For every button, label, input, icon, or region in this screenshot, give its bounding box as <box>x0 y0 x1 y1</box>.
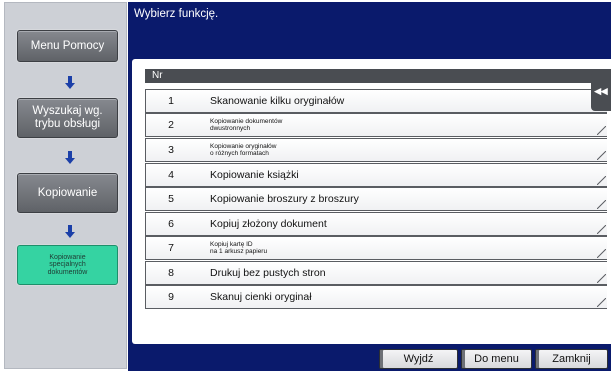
to-menu-button[interactable]: Do menu <box>461 349 532 369</box>
function-row[interactable]: 1 Skanowanie kilku oryginałów <box>145 89 607 113</box>
page-title: Wybierz funkcję. <box>134 8 219 20</box>
row-label: Drukuj bez pustych stron <box>210 267 326 279</box>
row-number: 8 <box>168 267 174 279</box>
row-label: Kopiowanie książki <box>210 169 299 181</box>
row-label: Kopiowanie dokumentów dwustronnych <box>210 118 283 132</box>
sidebar-item-special-documents[interactable]: Kopiowanie specjalnych dokumentów <box>17 245 118 285</box>
close-button[interactable]: Zamknij <box>535 349 608 369</box>
function-row[interactable]: 2 Kopiowanie dokumentów dwustronnych <box>145 113 607 137</box>
sidebar-item-label: Kopiowanie <box>37 186 98 199</box>
row-label: Kopiuj kartę ID na 1 arkusz papieru <box>210 241 268 255</box>
exit-button-label: Wyjdź <box>403 353 434 365</box>
row-corner-icon <box>597 151 606 160</box>
row-corner-icon <box>597 274 606 283</box>
row-corner-icon <box>597 298 606 307</box>
back-arrows-icon: ◂◂ <box>594 83 608 98</box>
function-row[interactable]: 9 Skanuj cienki oryginał <box>145 285 607 309</box>
function-prompt-banner: Wybierz funkcję. <box>128 2 611 54</box>
row-corner-icon <box>597 249 606 258</box>
left-panel: Menu Pomocy Wyszukaj wg. trybu obsługi K… <box>4 2 127 369</box>
row-label: Kopiuj złożony dokument <box>210 218 327 230</box>
table-header: Nr <box>145 69 611 83</box>
row-number: 1 <box>168 95 174 107</box>
row-number: 7 <box>168 242 174 254</box>
arrow-down-icon <box>65 225 75 238</box>
row-corner-icon <box>597 200 606 209</box>
function-row[interactable]: 4 Kopiowanie książki <box>145 163 607 187</box>
exit-button[interactable]: Wyjdź <box>379 349 458 369</box>
sidebar-item-label: Wyszukaj wg. trybu obsługi <box>32 105 103 130</box>
sidebar-item-help-menu[interactable]: Menu Pomocy <box>17 30 118 62</box>
arrow-down-icon <box>65 76 75 89</box>
sidebar-item-search-by-mode[interactable]: Wyszukaj wg. trybu obsługi <box>17 98 118 138</box>
row-corner-icon <box>597 126 606 135</box>
row-corner-icon <box>597 176 606 185</box>
row-number: 5 <box>168 193 174 205</box>
sidebar-item-copying[interactable]: Kopiowanie <box>17 173 118 213</box>
close-button-label: Zamknij <box>552 353 591 365</box>
row-label: Kopiowanie oryginałów o różnych formatac… <box>210 143 277 157</box>
column-header-nr: Nr <box>152 70 163 81</box>
row-label: Skanowanie kilku oryginałów <box>210 95 345 107</box>
row-number: 3 <box>168 144 174 156</box>
function-row[interactable]: 5 Kopiowanie broszury z broszury <box>145 187 607 211</box>
side-tab[interactable]: ◂◂ <box>591 71 611 111</box>
function-row[interactable]: 3 Kopiowanie oryginałów o różnych formata… <box>145 138 607 162</box>
sidebar-item-label: Menu Pomocy <box>30 39 105 52</box>
row-label: Skanuj cienki oryginał <box>210 291 312 303</box>
row-number: 2 <box>168 119 174 131</box>
row-number: 6 <box>168 218 174 230</box>
function-row[interactable]: 7 Kopiuj kartę ID na 1 arkusz papieru <box>145 236 607 260</box>
row-label: Kopiowanie broszury z broszury <box>210 193 359 205</box>
function-row[interactable]: 6 Kopiuj złożony dokument <box>145 212 607 236</box>
arrow-down-icon <box>65 151 75 164</box>
row-number: 9 <box>168 291 174 303</box>
sidebar-item-label: Kopiowanie specjalnych dokumentów <box>47 253 88 276</box>
function-row[interactable]: 8 Drukuj bez pustych stron <box>145 261 607 285</box>
to-menu-button-label: Do menu <box>474 353 519 365</box>
row-corner-icon <box>597 225 606 234</box>
row-number: 4 <box>168 169 174 181</box>
